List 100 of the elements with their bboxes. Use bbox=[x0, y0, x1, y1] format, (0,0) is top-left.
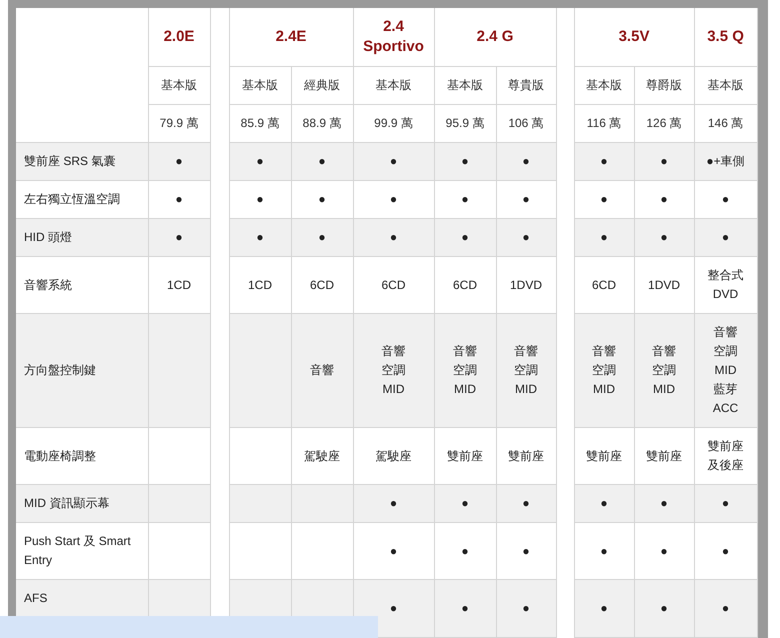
spec-value: MID bbox=[593, 381, 616, 398]
spec-value: 音響 bbox=[310, 363, 334, 377]
trim-label: 經典版 bbox=[304, 78, 340, 92]
spec-value: ● bbox=[175, 192, 183, 206]
feature-label: MID 資訊顯示幕 bbox=[24, 496, 110, 510]
spec-value: ● bbox=[522, 496, 530, 510]
spec-value: ● bbox=[660, 601, 668, 615]
spec-value: 1CD bbox=[166, 278, 191, 292]
feature-label: Push Start 及 Smart Entry bbox=[24, 534, 131, 567]
model-name: 2.4 Sportivo bbox=[363, 18, 424, 55]
spec-value: 空調 bbox=[714, 343, 738, 360]
spec-value: ● bbox=[522, 544, 530, 558]
spec-value: ●+車側 bbox=[706, 154, 745, 168]
spec-value: 雙前座 bbox=[508, 448, 544, 462]
price-text: 95.9 萬 bbox=[446, 116, 484, 130]
spec-value: ● bbox=[390, 601, 398, 615]
price-text: 79.9 萬 bbox=[160, 116, 198, 130]
trim-label: 基本版 bbox=[376, 78, 412, 92]
spec-value: 音響 bbox=[514, 343, 538, 360]
spec-value: ● bbox=[600, 496, 608, 510]
spec-value: 空調 bbox=[453, 362, 478, 379]
spec-value: 6CD bbox=[310, 278, 334, 292]
spec-value: ● bbox=[600, 601, 608, 615]
spec-value: ● bbox=[461, 192, 469, 206]
spec-value: ● bbox=[318, 230, 326, 244]
feature-label: 左右獨立恆溫空調 bbox=[24, 192, 120, 206]
spec-value: ● bbox=[660, 154, 668, 168]
trim-label: 基本版 bbox=[708, 78, 744, 92]
spec-value: 1CD bbox=[248, 278, 272, 292]
spec-value: 6CD bbox=[453, 278, 478, 292]
trim-label: 尊爵版 bbox=[646, 78, 682, 92]
spec-value: ● bbox=[660, 544, 668, 558]
feature-label: AFS bbox=[24, 591, 48, 605]
spec-value: ● bbox=[522, 192, 530, 206]
spec-value: ● bbox=[256, 230, 264, 244]
feature-label: 雙前座 SRS 氣囊 bbox=[24, 154, 116, 168]
spec-value: ● bbox=[461, 230, 469, 244]
spec-value: 空調 bbox=[592, 362, 616, 379]
spec-value: ● bbox=[318, 154, 326, 168]
spec-value: 雙前座 bbox=[708, 438, 744, 455]
spec-value: ● bbox=[256, 154, 264, 168]
feature-label: 方向盤控制鍵 bbox=[24, 363, 96, 377]
spec-value: MID bbox=[515, 381, 538, 398]
spec-value: 音響 bbox=[382, 343, 406, 360]
spec-value: MID bbox=[653, 381, 676, 398]
spec-value: ● bbox=[600, 544, 608, 558]
spec-value: ● bbox=[660, 192, 668, 206]
spec-value: 1DVD bbox=[510, 278, 542, 292]
price-text: 116 萬 bbox=[586, 116, 622, 130]
spec-value: 空調 bbox=[514, 362, 538, 379]
spec-value: ● bbox=[522, 154, 530, 168]
spec-value: 整合式 bbox=[708, 267, 744, 284]
spec-value: ● bbox=[175, 230, 183, 244]
feature-label: 電動座椅調整 bbox=[24, 448, 96, 462]
spec-value: 空調 bbox=[382, 362, 406, 379]
price-text: 106 萬 bbox=[508, 116, 544, 130]
spec-value: ● bbox=[390, 230, 398, 244]
spec-value: ● bbox=[390, 192, 398, 206]
spec-value: ● bbox=[722, 230, 730, 244]
spec-value: 音響 bbox=[714, 324, 738, 341]
spec-value: 雙前座 bbox=[586, 448, 622, 462]
spec-value: ● bbox=[461, 154, 469, 168]
spec-value: 音響 bbox=[592, 343, 616, 360]
spec-value: ● bbox=[522, 230, 530, 244]
trim-label: 基本版 bbox=[447, 78, 484, 92]
trim-label: 基本版 bbox=[586, 78, 622, 92]
spec-value: 空調 bbox=[652, 362, 676, 379]
spec-value: 6CD bbox=[382, 278, 406, 292]
spec-value: ● bbox=[256, 192, 264, 206]
spec-value: ● bbox=[600, 154, 608, 168]
spec-value: ● bbox=[600, 192, 608, 206]
spec-value: ● bbox=[660, 230, 668, 244]
spec-value: ● bbox=[660, 496, 668, 510]
price-text: 146 萬 bbox=[708, 116, 744, 130]
price-text: 126 萬 bbox=[646, 116, 682, 130]
model-name: 3.5V bbox=[618, 28, 650, 45]
price-text: 85.9 萬 bbox=[240, 116, 280, 130]
spec-value: ● bbox=[461, 496, 469, 510]
spec-value: ● bbox=[722, 192, 730, 206]
spec-value: ● bbox=[390, 154, 398, 168]
trim-label: 基本版 bbox=[242, 78, 278, 92]
spec-value: ● bbox=[318, 192, 326, 206]
spec-value: 及後座 bbox=[708, 457, 744, 474]
feature-label: 音響系統 bbox=[24, 278, 72, 292]
spec-value: 藍芽 bbox=[714, 381, 738, 398]
spec-value: 音響 bbox=[652, 343, 676, 360]
spec-value: ● bbox=[175, 154, 183, 168]
spec-value: ● bbox=[722, 496, 730, 510]
spec-value: 1DVD bbox=[648, 278, 680, 292]
spec-value: ● bbox=[722, 601, 730, 615]
trim-label: 基本版 bbox=[161, 78, 197, 92]
spec-value: 駕駛座 bbox=[304, 448, 340, 462]
spec-value: MID bbox=[714, 362, 737, 379]
spec-value: ● bbox=[390, 496, 398, 510]
spec-value: ● bbox=[390, 544, 398, 558]
model-name: 2.4 G bbox=[476, 28, 514, 45]
model-name: 2.0E bbox=[164, 28, 194, 45]
model-name: 3.5 Q bbox=[707, 28, 744, 45]
spec-value: ● bbox=[600, 230, 608, 244]
spec-value: 雙前座 bbox=[646, 448, 682, 462]
